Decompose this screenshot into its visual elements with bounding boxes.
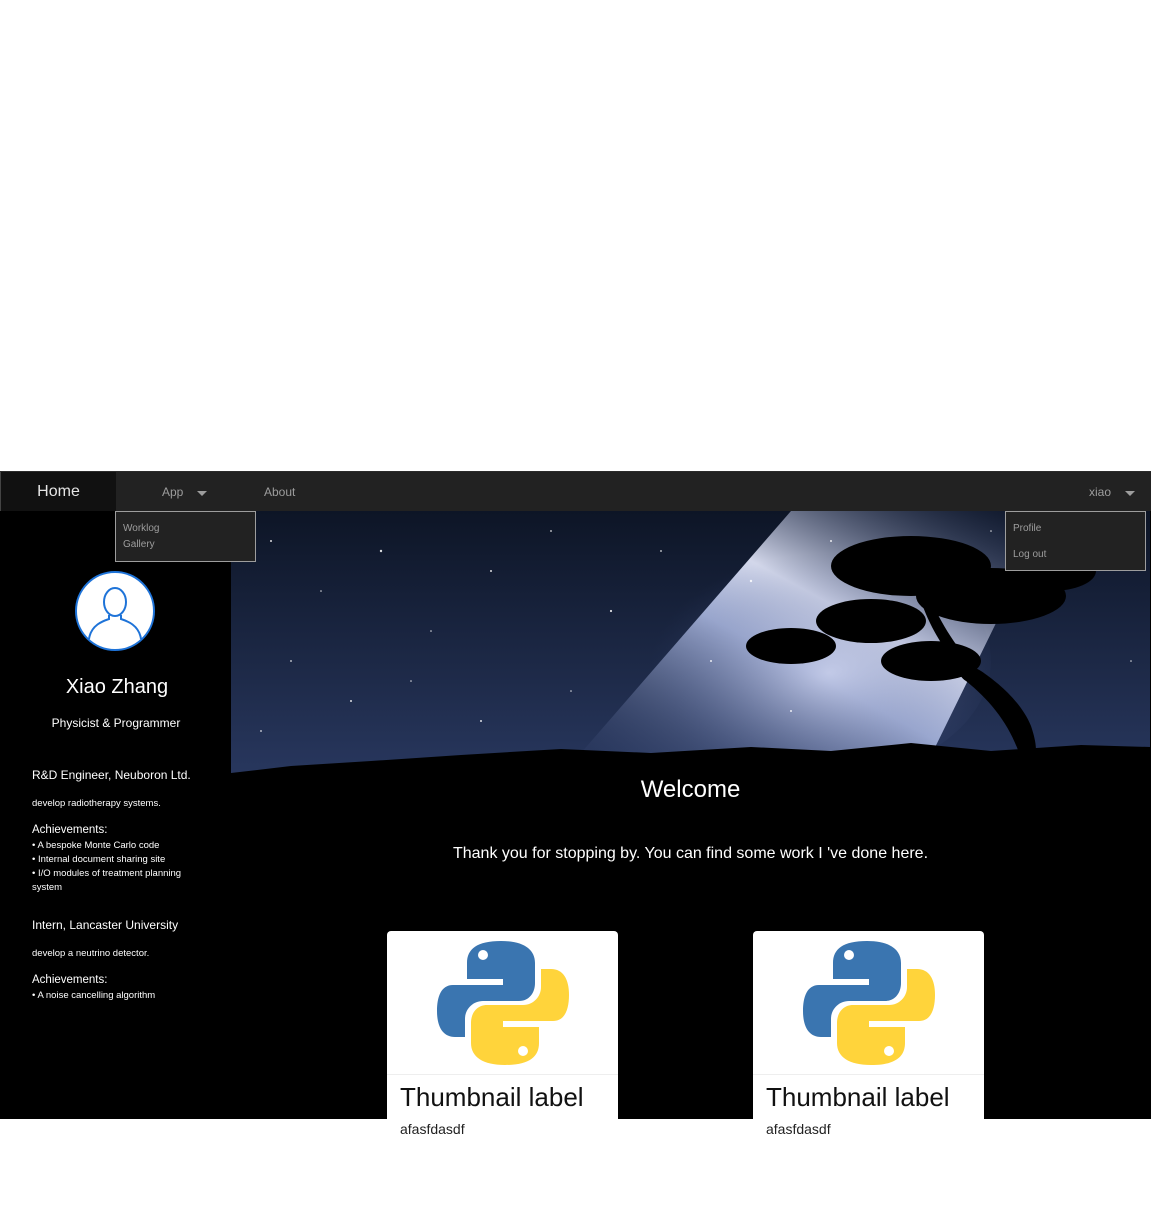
menu-item-gallery[interactable]: Gallery: [123, 539, 155, 550]
thumbnail-caption: afasfdasdf: [400, 1121, 465, 1137]
page: Home App About xiao Xiao Zhang Physicist…: [0, 0, 1151, 1211]
nav-about-link[interactable]: About: [264, 472, 295, 512]
profile-name: Xiao Zhang: [65, 676, 169, 698]
thumbnail-card[interactable]: Thumbnail label: [753, 931, 984, 1119]
chevron-down-icon: [1125, 490, 1136, 496]
top-navbar: Home App About xiao: [0, 471, 1151, 512]
nav-app-dropdown[interactable]: App: [162, 472, 208, 512]
achievements-heading: Achievements:: [32, 824, 108, 836]
thumbnail-label: Thumbnail label: [400, 1082, 584, 1112]
job-description: develop radiotherapy systems.: [32, 798, 161, 809]
nav-user-label: xiao: [1089, 485, 1112, 499]
thumbnail-label: Thumbnail label: [766, 1082, 950, 1112]
achievement-item: • Internal document sharing site: [32, 854, 166, 865]
nav-about-label: About: [264, 485, 296, 499]
thumbnail-card[interactable]: Thumbnail label: [387, 931, 618, 1119]
menu-item-worklog[interactable]: Worklog: [123, 523, 160, 534]
profile-sidebar: Xiao Zhang Physicist & Programmer R&D En…: [0, 511, 231, 1119]
nav-user-dropdown[interactable]: xiao: [1089, 472, 1136, 512]
avatar-icon: [75, 571, 155, 651]
chevron-down-icon: [197, 490, 208, 496]
thumbnail-caption: afasfdasdf: [766, 1121, 831, 1137]
python-logo-icon: [387, 941, 618, 1075]
app-dropdown-menu: Worklog Gallery: [115, 511, 256, 562]
nav-app-label: App: [162, 485, 184, 499]
python-logo-icon: [753, 941, 984, 1075]
intro-text: Thank you for stopping by. You can find …: [452, 845, 929, 862]
achievements-heading: Achievements:: [32, 974, 108, 986]
job-title: Intern, Lancaster University: [32, 918, 179, 932]
nav-home-label: Home: [37, 483, 80, 500]
user-dropdown-menu: Profile Log out: [1005, 511, 1146, 571]
menu-item-logout[interactable]: Log out: [1013, 549, 1046, 560]
achievement-item: • A bespoke Monte Carlo code: [32, 840, 160, 851]
nav-home-link[interactable]: Home: [0, 472, 116, 512]
main-content: Welcome Thank you for stopping by. You c…: [231, 511, 1151, 1119]
job-title: R&D Engineer, Neuboron Ltd.: [32, 768, 191, 782]
achievement-item: • A noise cancelling algorithm: [32, 990, 156, 1001]
welcome-heading: Welcome: [640, 776, 741, 803]
achievement-item: • I/O modules of treatment planning syst…: [32, 868, 182, 893]
profile-tagline: Physicist & Programmer: [51, 716, 181, 730]
job-description: develop a neutrino detector.: [32, 948, 150, 959]
menu-item-profile[interactable]: Profile: [1013, 523, 1041, 534]
